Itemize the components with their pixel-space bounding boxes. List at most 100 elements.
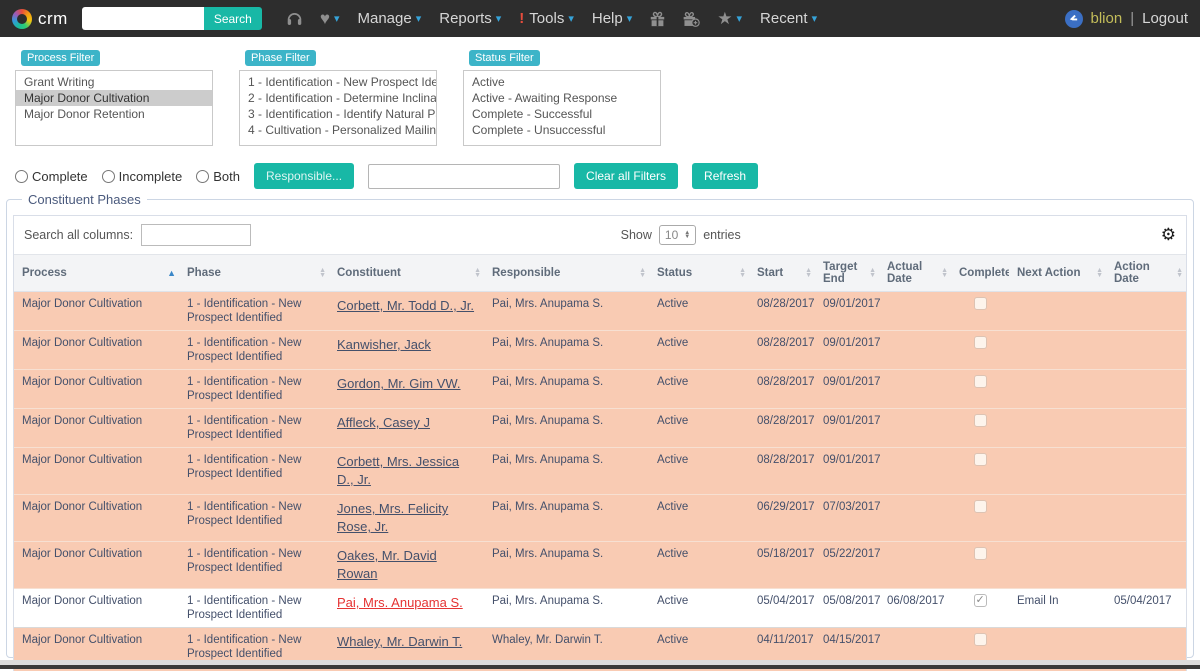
column-header-constituent[interactable]: Constituent▲▼ [329,255,484,292]
responsible-button[interactable]: Responsible... [254,163,354,189]
process-filter-group: Process Filter Grant WritingMajor Donor … [15,48,213,146]
menu-reports[interactable]: Reports ▾ [439,10,501,27]
cell-phase: 1 - Identification - New Prospect Identi… [179,370,329,409]
column-header-process[interactable]: Process▲ [14,255,179,292]
filter-option[interactable]: 1 - Identification - New Prospect Identi… [240,74,436,90]
cell-start: 08/28/2017 [749,409,815,448]
nav-search-input[interactable] [82,7,204,30]
radio-circle-icon[interactable] [15,170,28,183]
cell-constituent: Gordon, Mr. Gim VW. [329,370,484,409]
cell-phase: 1 - Identification - New Prospect Identi… [179,331,329,370]
gift-icon[interactable] [649,11,666,27]
nav-search-button[interactable]: Search [204,7,262,30]
column-header-complete[interactable]: Complete [951,255,1009,292]
complete-checkbox[interactable] [974,414,987,427]
search-all-columns-input[interactable] [141,224,251,246]
filter-option[interactable]: Active [464,74,660,90]
radio-both[interactable]: Both [196,169,240,184]
constituent-link[interactable]: Corbett, Mrs. Jessica D., Jr. [337,454,459,487]
complete-checkbox[interactable] [974,453,987,466]
complete-checkbox[interactable] [974,594,987,607]
table-row: Major Donor Cultivation1 - Identificatio… [14,409,1186,448]
radio-circle-icon[interactable] [196,170,209,183]
filter-option[interactable]: Complete - Successful [464,106,660,122]
status-filter-list[interactable]: ActiveActive - Awaiting ResponseComplete… [463,70,661,146]
cell-responsible: Pai, Mrs. Anupama S. [484,448,649,495]
cell-action-date [1106,495,1186,542]
menu-help[interactable]: Help ▾ [592,10,632,27]
table-row: Major Donor Cultivation1 - Identificatio… [14,542,1186,589]
filter-option[interactable]: Major Donor Cultivation [16,90,212,106]
crm-logo[interactable]: crm [12,9,68,29]
column-header-phase[interactable]: Phase▲▼ [179,255,329,292]
constituent-link[interactable]: Whaley, Mr. Darwin T. [337,634,462,649]
cell-next-action: Email In [1009,589,1106,628]
crm-logo-icon [12,9,32,29]
column-header-target-end[interactable]: Target End▲▼ [815,255,879,292]
username-link[interactable]: blion [1091,10,1123,27]
menu-recent[interactable]: Recent ▾ [760,10,817,27]
radio-circle-icon[interactable] [102,170,115,183]
column-header-status[interactable]: Status▲▼ [649,255,749,292]
refresh-button[interactable]: Refresh [692,163,758,189]
cell-actual-date [879,370,951,409]
page-length-select[interactable]: 10 ▲▼ [659,225,696,245]
gift-add-icon[interactable] [682,11,700,27]
complete-checkbox[interactable] [974,500,987,513]
headphones-icon[interactable] [286,11,303,27]
cell-status: Active [649,409,749,448]
logout-link[interactable]: Logout [1142,10,1188,27]
complete-checkbox[interactable] [974,297,987,310]
phases-table-body: Major Donor Cultivation1 - Identificatio… [14,292,1186,671]
constituent-link[interactable]: Kanwisher, Jack [337,337,431,352]
filter-option[interactable]: 4 - Cultivation - Personalized Mailing [240,122,436,138]
chevron-down-icon: ▾ [416,12,422,25]
cell-complete [951,292,1009,331]
constituent-link[interactable]: Affleck, Casey J [337,415,430,430]
clear-filters-button[interactable]: Clear all Filters [574,163,678,189]
menu-manage[interactable]: Manage ▾ [357,10,421,27]
column-header-actual-date[interactable]: Actual Date▲▼ [879,255,951,292]
filter-option[interactable]: Major Donor Retention [16,106,212,122]
filter-option[interactable]: 2 - Identification - Determine Inclinati… [240,90,436,106]
cell-process: Major Donor Cultivation [14,292,179,331]
filter-option[interactable]: Grant Writing [16,74,212,90]
phase-filter-list[interactable]: 1 - Identification - New Prospect Identi… [239,70,437,146]
constituent-link[interactable]: Oakes, Mr. David Rowan [337,548,437,581]
sort-both-icon: ▲▼ [319,268,326,278]
radio-incomplete[interactable]: Incomplete [102,169,183,184]
cell-responsible: Pai, Mrs. Anupama S. [484,409,649,448]
sort-both-icon: ▲▼ [474,268,481,278]
cell-phase: 1 - Identification - New Prospect Identi… [179,292,329,331]
cell-phase: 1 - Identification - New Prospect Identi… [179,448,329,495]
cell-actual-date [879,409,951,448]
constituent-link[interactable]: Gordon, Mr. Gim VW. [337,376,461,391]
constituent-link[interactable]: Pai, Mrs. Anupama S. [337,595,463,610]
spinner-arrows-icon: ▲▼ [684,231,690,239]
complete-checkbox[interactable] [974,375,987,388]
radio-complete[interactable]: Complete [15,169,88,184]
constituent-link[interactable]: Jones, Mrs. Felicity Rose, Jr. [337,501,448,534]
starred-menu[interactable]: ★ ▾ [717,10,742,27]
sort-both-icon: ▲▼ [639,268,646,278]
user-avatar-icon[interactable] [1065,10,1083,28]
process-filter-list[interactable]: Grant WritingMajor Donor CultivationMajo… [15,70,213,146]
gear-icon[interactable]: ⚙ [1161,225,1176,245]
column-header-start[interactable]: Start▲▼ [749,255,815,292]
cell-actual-date [879,292,951,331]
column-header-action-date[interactable]: Action Date▲▼ [1106,255,1186,292]
column-header-responsible[interactable]: Responsible▲▼ [484,255,649,292]
constituent-link[interactable]: Corbett, Mr. Todd D., Jr. [337,298,474,313]
menu-tools[interactable]: ! Tools ▾ [519,10,574,27]
filter-option[interactable]: Complete - Unsuccessful [464,122,660,138]
filter-option[interactable]: 3 - Identification - Identify Natural Pa… [240,106,436,122]
complete-checkbox[interactable] [974,336,987,349]
favorites-heart-menu[interactable]: ♥ ▾ [320,10,340,27]
table-row: Major Donor Cultivation1 - Identificatio… [14,331,1186,370]
column-header-next-action[interactable]: Next Action▲▼ [1009,255,1106,292]
cell-process: Major Donor Cultivation [14,448,179,495]
filter-option[interactable]: Active - Awaiting Response [464,90,660,106]
responsible-input[interactable] [368,164,560,189]
complete-checkbox[interactable] [974,547,987,560]
complete-checkbox[interactable] [974,633,987,646]
